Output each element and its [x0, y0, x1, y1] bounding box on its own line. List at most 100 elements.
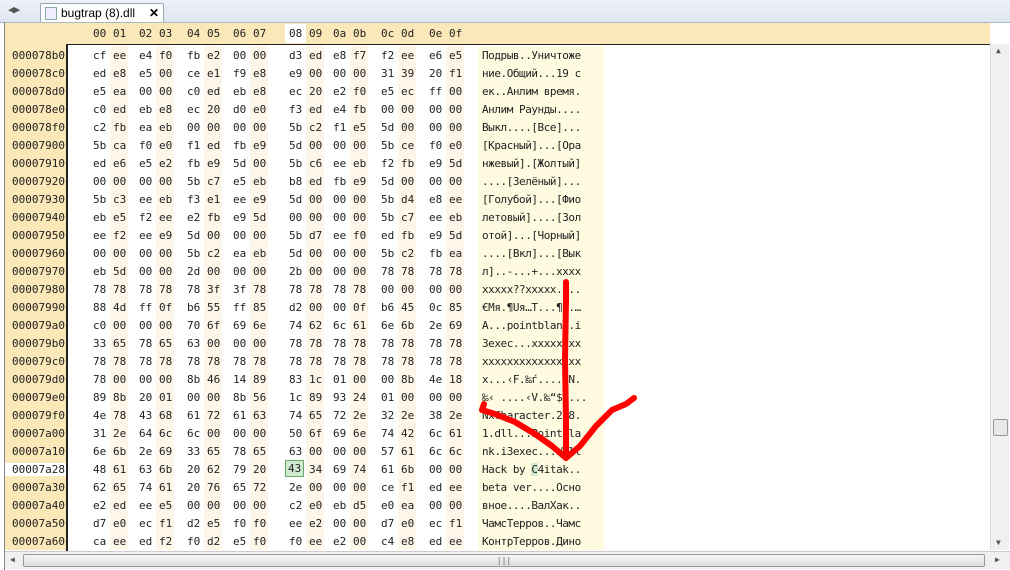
hex-byte[interactable]: ed: [113, 103, 126, 116]
hex-byte[interactable]: 2e: [289, 481, 302, 494]
hex-byte[interactable]: 14: [233, 373, 246, 386]
hex-byte[interactable]: 78: [353, 355, 366, 368]
hex-byte[interactable]: ee: [113, 49, 126, 62]
hex-byte[interactable]: ea: [233, 247, 246, 260]
hex-byte[interactable]: 00: [159, 85, 172, 98]
hex-byte[interactable]: 00: [449, 175, 462, 188]
ascii-text[interactable]: ние.Общий...19 с: [482, 67, 581, 80]
hex-byte[interactable]: 2e: [353, 409, 366, 422]
hex-byte[interactable]: 31: [381, 67, 394, 80]
hex-byte[interactable]: 72: [253, 481, 266, 494]
hex-byte[interactable]: 5b: [93, 139, 106, 152]
hex-byte[interactable]: 78: [353, 283, 366, 296]
hex-byte[interactable]: c2: [309, 121, 322, 134]
hex-byte[interactable]: 5b: [187, 175, 200, 188]
hex-byte[interactable]: e0: [159, 139, 172, 152]
hex-byte[interactable]: e0: [253, 103, 266, 116]
hex-byte[interactable]: f1: [449, 67, 462, 80]
hex-byte[interactable]: 5d: [289, 139, 302, 152]
hex-byte[interactable]: 5b: [381, 139, 394, 152]
hex-byte[interactable]: 78: [401, 337, 414, 350]
selected-ascii-char[interactable]: C: [531, 463, 538, 476]
hex-byte[interactable]: 69: [449, 319, 462, 332]
ascii-text[interactable]: 1.dll...PointBla: [482, 427, 581, 440]
hex-byte[interactable]: 0c: [429, 301, 442, 314]
hex-byte[interactable]: 00: [309, 193, 322, 206]
hex-byte[interactable]: 65: [233, 481, 246, 494]
hex-byte[interactable]: e8: [253, 67, 266, 80]
hex-byte[interactable]: 83: [289, 373, 302, 386]
hex-byte[interactable]: 00: [253, 121, 266, 134]
hex-byte[interactable]: 74: [139, 481, 152, 494]
hex-byte[interactable]: 78: [233, 445, 246, 458]
hex-byte[interactable]: ed: [381, 229, 394, 242]
hex-byte[interactable]: 6b: [159, 463, 172, 476]
hex-byte[interactable]: 6f: [207, 319, 220, 332]
hex-byte[interactable]: 2d: [187, 265, 200, 278]
hex-byte[interactable]: 88: [93, 301, 106, 314]
hex-byte[interactable]: 00: [113, 319, 126, 332]
hex-byte[interactable]: e2: [159, 157, 172, 170]
hex-byte[interactable]: 78: [449, 337, 462, 350]
hex-byte[interactable]: 6c: [429, 427, 442, 440]
hex-byte[interactable]: fb: [401, 229, 414, 242]
hex-byte[interactable]: 63: [187, 337, 200, 350]
hex-byte[interactable]: ff: [139, 301, 152, 314]
hex-byte[interactable]: b6: [381, 301, 394, 314]
hex-byte[interactable]: 5d: [187, 229, 200, 242]
hex-byte[interactable]: 78: [401, 265, 414, 278]
hex-byte[interactable]: 2e: [429, 319, 442, 332]
hex-byte[interactable]: 00: [139, 319, 152, 332]
hex-byte[interactable]: f0: [187, 535, 200, 548]
hex-byte[interactable]: d4: [401, 193, 414, 206]
hex-byte[interactable]: 00: [353, 481, 366, 494]
hex-byte[interactable]: 00: [429, 463, 442, 476]
hex-byte[interactable]: 6e: [253, 319, 266, 332]
hex-byte[interactable]: 00: [401, 283, 414, 296]
hex-byte[interactable]: 00: [381, 373, 394, 386]
hex-byte[interactable]: f9: [233, 67, 246, 80]
hex-byte[interactable]: 00: [429, 391, 442, 404]
hex-byte[interactable]: 78: [401, 355, 414, 368]
hex-byte[interactable]: ea: [401, 499, 414, 512]
hex-byte[interactable]: f0: [159, 49, 172, 62]
hex-byte[interactable]: eb: [159, 121, 172, 134]
hex-byte[interactable]: d0: [233, 103, 246, 116]
hex-byte[interactable]: ed: [93, 157, 106, 170]
ascii-text[interactable]: 3exec...xxxxxxxx: [482, 337, 581, 350]
hex-byte[interactable]: 74: [289, 319, 302, 332]
hex-byte[interactable]: ee: [333, 229, 346, 242]
hex-byte[interactable]: 68: [159, 409, 172, 422]
ascii-text[interactable]: NxCharacter.2.8.: [482, 409, 581, 422]
hex-byte[interactable]: 78: [159, 355, 172, 368]
hex-byte[interactable]: 00: [309, 247, 322, 260]
hex-byte[interactable]: ed: [309, 175, 322, 188]
hex-byte[interactable]: 20: [207, 103, 220, 116]
hex-byte[interactable]: 00: [233, 229, 246, 242]
hex-byte[interactable]: 79: [233, 463, 246, 476]
hex-byte[interactable]: 6e: [381, 319, 394, 332]
hex-byte[interactable]: 00: [429, 103, 442, 116]
hex-byte[interactable]: 00: [309, 67, 322, 80]
hex-byte[interactable]: 69: [159, 445, 172, 458]
hex-byte[interactable]: 31: [93, 427, 106, 440]
hex-byte[interactable]: 78: [289, 337, 302, 350]
ascii-text[interactable]: Hack by C4itak..: [482, 463, 581, 476]
hex-byte[interactable]: 1c: [309, 373, 322, 386]
hex-byte[interactable]: 8b: [401, 373, 414, 386]
hex-byte[interactable]: ea: [139, 121, 152, 134]
hex-byte[interactable]: 8b: [113, 391, 126, 404]
hex-byte[interactable]: 00: [353, 517, 366, 530]
hex-byte[interactable]: 65: [207, 445, 220, 458]
hex-byte[interactable]: 00: [253, 337, 266, 350]
hex-byte[interactable]: 62: [93, 481, 106, 494]
hex-byte[interactable]: 00: [333, 247, 346, 260]
hex-byte[interactable]: e0: [309, 499, 322, 512]
hex-byte[interactable]: 65: [253, 445, 266, 458]
hex-byte[interactable]: ee: [449, 193, 462, 206]
hex-byte[interactable]: 00: [381, 283, 394, 296]
hex-byte[interactable]: fb: [187, 157, 200, 170]
hex-byte[interactable]: 00: [333, 301, 346, 314]
ascii-text[interactable]: А...pointblank.i: [482, 319, 581, 332]
hex-byte[interactable]: eb: [353, 157, 366, 170]
